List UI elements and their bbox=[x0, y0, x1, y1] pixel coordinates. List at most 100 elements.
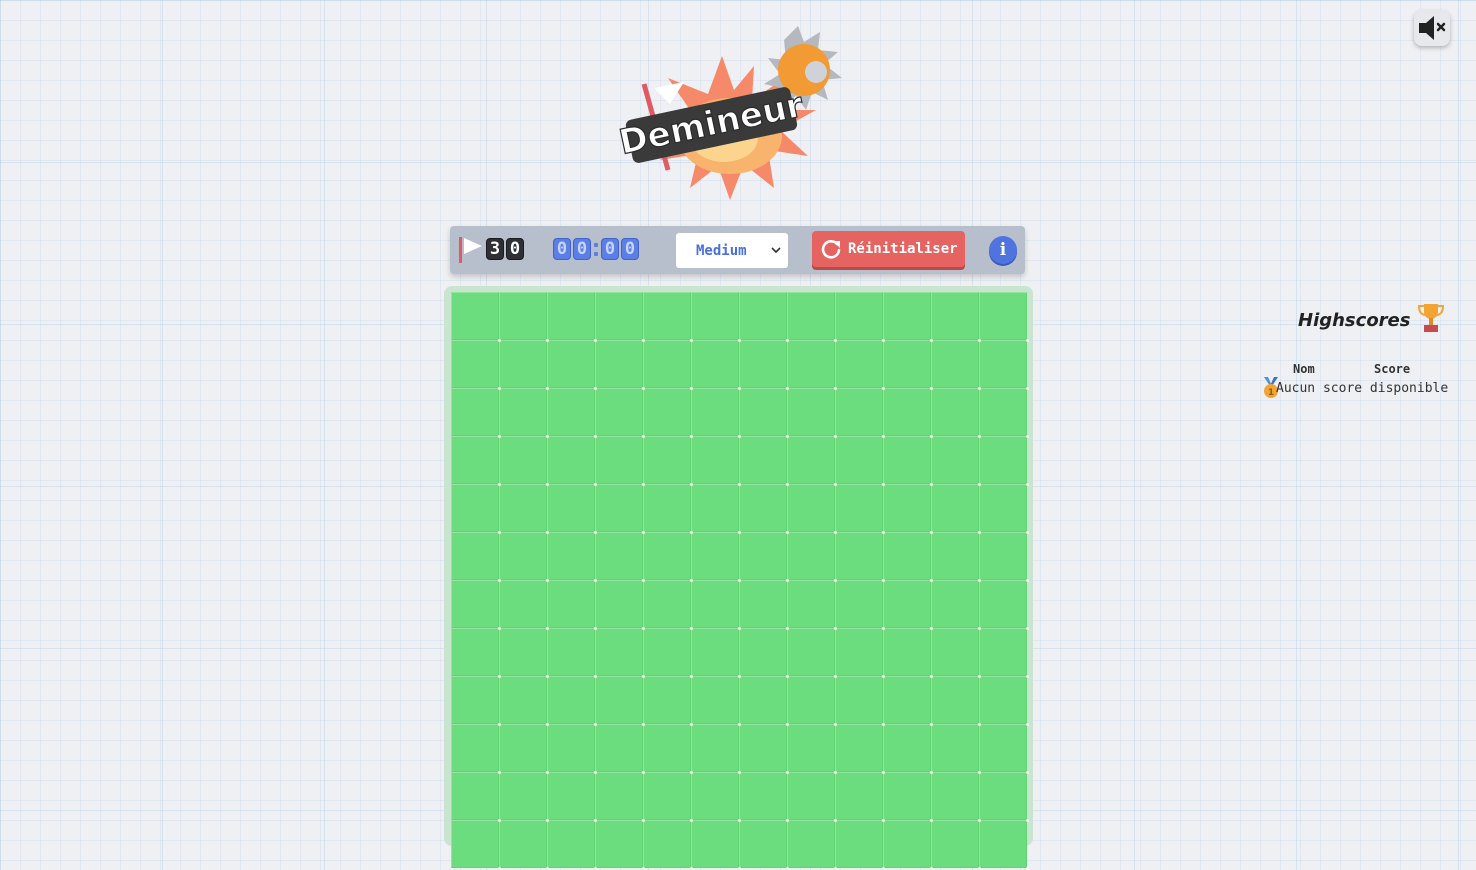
board-cell[interactable] bbox=[691, 436, 741, 486]
board-cell[interactable] bbox=[547, 724, 597, 774]
board-cell[interactable] bbox=[883, 820, 933, 870]
board-cell[interactable] bbox=[979, 388, 1029, 438]
board-cell[interactable] bbox=[451, 532, 501, 582]
board-cell[interactable] bbox=[499, 484, 549, 534]
board-cell[interactable] bbox=[787, 532, 837, 582]
board-cell[interactable] bbox=[595, 340, 645, 390]
board-cell[interactable] bbox=[547, 628, 597, 678]
board-cell[interactable] bbox=[643, 484, 693, 534]
board-cell[interactable] bbox=[499, 292, 549, 342]
board-cell[interactable] bbox=[979, 340, 1029, 390]
board-cell[interactable] bbox=[787, 340, 837, 390]
board-cell[interactable] bbox=[883, 676, 933, 726]
board-cell[interactable] bbox=[547, 676, 597, 726]
board-cell[interactable] bbox=[979, 484, 1029, 534]
board-cell[interactable] bbox=[595, 388, 645, 438]
board-cell[interactable] bbox=[547, 772, 597, 822]
mute-button[interactable] bbox=[1414, 10, 1450, 46]
board-cell[interactable] bbox=[739, 388, 789, 438]
board-cell[interactable] bbox=[883, 580, 933, 630]
board-cell[interactable] bbox=[979, 580, 1029, 630]
board-cell[interactable] bbox=[835, 772, 885, 822]
board-cell[interactable] bbox=[547, 580, 597, 630]
board-cell[interactable] bbox=[451, 772, 501, 822]
board-cell[interactable] bbox=[739, 820, 789, 870]
board-cell[interactable] bbox=[787, 676, 837, 726]
board-cell[interactable] bbox=[835, 676, 885, 726]
board-cell[interactable] bbox=[643, 292, 693, 342]
board-cell[interactable] bbox=[931, 292, 981, 342]
board-cell[interactable] bbox=[787, 292, 837, 342]
board-cell[interactable] bbox=[979, 724, 1029, 774]
board-cell[interactable] bbox=[979, 676, 1029, 726]
board-cell[interactable] bbox=[691, 628, 741, 678]
board-cell[interactable] bbox=[499, 820, 549, 870]
board-cell[interactable] bbox=[691, 532, 741, 582]
board-cell[interactable] bbox=[595, 676, 645, 726]
board-cell[interactable] bbox=[451, 340, 501, 390]
info-button[interactable]: i bbox=[989, 236, 1017, 264]
board-cell[interactable] bbox=[643, 580, 693, 630]
board-cell[interactable] bbox=[691, 676, 741, 726]
board-cell[interactable] bbox=[691, 340, 741, 390]
board-cell[interactable] bbox=[835, 388, 885, 438]
board-cell[interactable] bbox=[979, 292, 1029, 342]
board-cell[interactable] bbox=[739, 484, 789, 534]
board-cell[interactable] bbox=[931, 340, 981, 390]
board-cell[interactable] bbox=[547, 388, 597, 438]
board-cell[interactable] bbox=[979, 436, 1029, 486]
board-cell[interactable] bbox=[883, 724, 933, 774]
board-cell[interactable] bbox=[739, 532, 789, 582]
board-cell[interactable] bbox=[835, 292, 885, 342]
board-cell[interactable] bbox=[787, 820, 837, 870]
board-cell[interactable] bbox=[835, 820, 885, 870]
board-cell[interactable] bbox=[739, 436, 789, 486]
board-cell[interactable] bbox=[499, 436, 549, 486]
board-cell[interactable] bbox=[931, 772, 981, 822]
board-cell[interactable] bbox=[883, 388, 933, 438]
board-cell[interactable] bbox=[835, 628, 885, 678]
board-cell[interactable] bbox=[499, 772, 549, 822]
board-cell[interactable] bbox=[787, 484, 837, 534]
board-cell[interactable] bbox=[643, 340, 693, 390]
difficulty-select[interactable]: Medium bbox=[676, 233, 788, 268]
board-cell[interactable] bbox=[835, 532, 885, 582]
board-cell[interactable] bbox=[787, 580, 837, 630]
board-cell[interactable] bbox=[499, 340, 549, 390]
board-cell[interactable] bbox=[643, 532, 693, 582]
board-cell[interactable] bbox=[499, 388, 549, 438]
board-cell[interactable] bbox=[787, 436, 837, 486]
board-cell[interactable] bbox=[883, 436, 933, 486]
board-cell[interactable] bbox=[835, 340, 885, 390]
board-cell[interactable] bbox=[643, 436, 693, 486]
board-cell[interactable] bbox=[931, 532, 981, 582]
board-cell[interactable] bbox=[691, 292, 741, 342]
board-cell[interactable] bbox=[643, 388, 693, 438]
board-cell[interactable] bbox=[931, 676, 981, 726]
board-cell[interactable] bbox=[739, 724, 789, 774]
board-cell[interactable] bbox=[787, 724, 837, 774]
board-cell[interactable] bbox=[547, 532, 597, 582]
board-cell[interactable] bbox=[451, 388, 501, 438]
board-cell[interactable] bbox=[643, 820, 693, 870]
board-cell[interactable] bbox=[691, 484, 741, 534]
board-cell[interactable] bbox=[931, 484, 981, 534]
board-cell[interactable] bbox=[835, 724, 885, 774]
board-cell[interactable] bbox=[883, 484, 933, 534]
board-cell[interactable] bbox=[739, 292, 789, 342]
board-cell[interactable] bbox=[547, 484, 597, 534]
board-cell[interactable] bbox=[595, 820, 645, 870]
board-cell[interactable] bbox=[547, 292, 597, 342]
board-cell[interactable] bbox=[883, 772, 933, 822]
board-cell[interactable] bbox=[979, 772, 1029, 822]
board-cell[interactable] bbox=[931, 388, 981, 438]
board-cell[interactable] bbox=[931, 436, 981, 486]
board-cell[interactable] bbox=[883, 340, 933, 390]
board-cell[interactable] bbox=[835, 436, 885, 486]
board-cell[interactable] bbox=[451, 292, 501, 342]
board-cell[interactable] bbox=[595, 772, 645, 822]
board-cell[interactable] bbox=[643, 676, 693, 726]
board-cell[interactable] bbox=[547, 436, 597, 486]
board-cell[interactable] bbox=[691, 820, 741, 870]
board-cell[interactable] bbox=[595, 484, 645, 534]
